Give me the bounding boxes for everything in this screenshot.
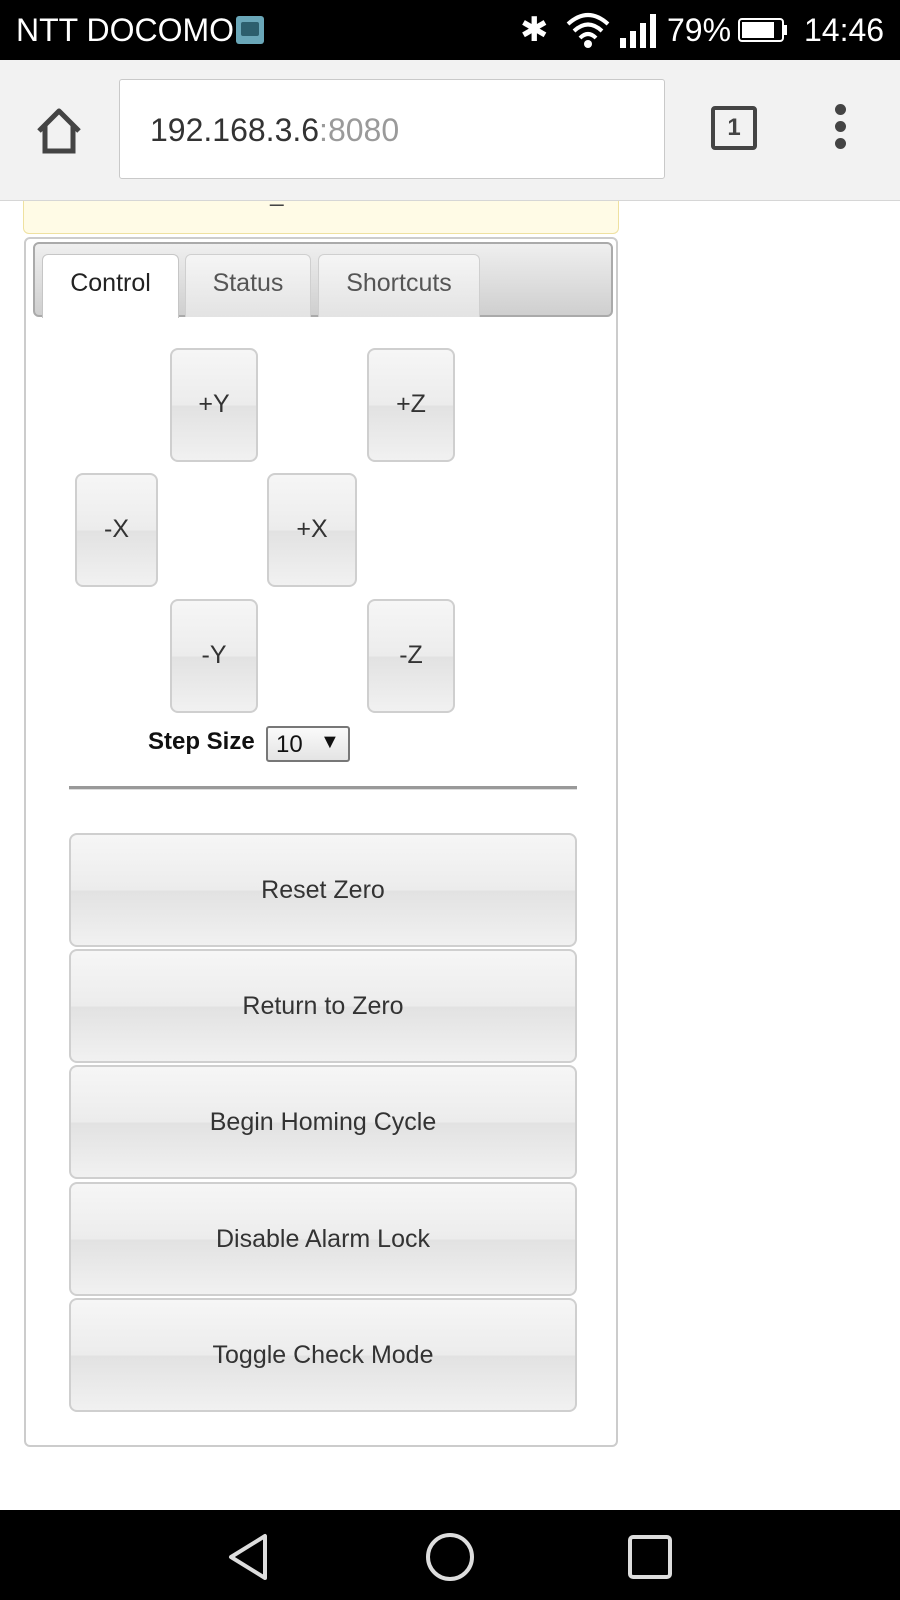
clock: 14:46 [804, 12, 885, 48]
signal-icon [620, 14, 656, 48]
tab-count: 1 [727, 114, 741, 141]
browser-toolbar: 192.168.3.6:8080 1 [0, 60, 900, 201]
jog-plus-y-button[interactable]: +Y [170, 348, 258, 462]
reset-zero-button[interactable]: Reset Zero [69, 833, 577, 947]
control-panel: Control Status Shortcuts +Y +Z -X +X -Y … [24, 237, 618, 1447]
battery-percent: 79% [667, 12, 732, 48]
tab-bar: Control Status Shortcuts [33, 242, 613, 318]
jog-plus-x-button[interactable]: +X [267, 473, 357, 587]
step-size-value: 10 [276, 731, 303, 758]
url-bar[interactable]: 192.168.3.6:8080 [119, 79, 665, 179]
battery-icon [738, 18, 787, 42]
tab-shortcuts[interactable]: Shortcuts [318, 254, 480, 317]
url-host: 192.168.3.6 [150, 112, 320, 148]
disable-alarm-lock-button[interactable]: Disable Alarm Lock [69, 1182, 577, 1296]
tab-switcher-button[interactable]: 1 [711, 106, 757, 150]
jog-plus-z-button[interactable]: +Z [367, 348, 455, 462]
return-to-zero-button[interactable]: Return to Zero [69, 949, 577, 1063]
dropdown-arrow-icon: ▼ [320, 731, 340, 753]
tab-status[interactable]: Status [185, 254, 311, 317]
status-bar: NTT DOCOMO ✱ 79% 14:46 [0, 0, 900, 60]
recent-apps-icon[interactable] [623, 1530, 677, 1584]
overflow-menu-icon[interactable] [830, 104, 850, 154]
image-notification-icon [236, 16, 264, 44]
url-port: :8080 [319, 112, 400, 148]
bluetooth-icon: ✱ [520, 11, 549, 49]
url-text: 192.168.3.6:8080 [150, 112, 399, 149]
step-size-label: Step Size [148, 728, 255, 755]
tab-control[interactable]: Control [42, 254, 179, 318]
carrier-name: NTT DOCOMO [16, 12, 235, 48]
jog-minus-y-button[interactable]: -Y [170, 599, 258, 713]
divider [69, 786, 577, 790]
home-icon[interactable] [34, 106, 84, 156]
navigation-bar [0, 1510, 900, 1600]
toggle-check-mode-button[interactable]: Toggle Check Mode [69, 1298, 577, 1412]
wifi-icon [566, 13, 610, 48]
jog-minus-x-button[interactable]: -X [75, 473, 158, 587]
home-circle-icon[interactable] [423, 1530, 477, 1584]
begin-homing-cycle-button[interactable]: Begin Homing Cycle [69, 1065, 577, 1179]
jog-minus-z-button[interactable]: -Z [367, 599, 455, 713]
back-icon[interactable] [223, 1530, 277, 1584]
step-size-select[interactable]: 10 ▼ [266, 726, 350, 762]
